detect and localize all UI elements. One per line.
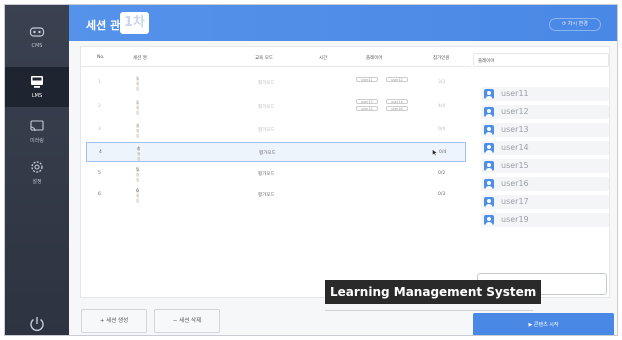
player-chip: user16 <box>386 106 408 111</box>
gamepad-icon <box>29 24 45 40</box>
table-row[interactable]: 5 5 임정임 평가모드 0/2 <box>86 165 466 182</box>
user-item[interactable]: user11 <box>481 87 609 101</box>
sidebar-item-label: LMS <box>31 93 43 99</box>
user-avatar-icon <box>484 197 494 207</box>
sidebar-item-lms[interactable]: LMS <box>5 67 69 107</box>
table-row[interactable]: 1 1 임정임 평가모드 user11 user12 3/3 <box>86 74 466 91</box>
col-count: 참가인원 <box>433 56 450 61</box>
app-window: CMS LMS 미러링 설정 세션 관리 1차 ⟳ 차시 변경 No. 세션 명… <box>4 4 618 336</box>
cast-icon <box>29 118 45 134</box>
player-panel-header: 플레이어 <box>473 53 609 67</box>
player-chip: user11 <box>356 77 378 82</box>
player-chip: user15 <box>356 106 378 111</box>
col-session-name: 세션 명 <box>133 56 147 61</box>
col-players: 플레이어 <box>366 56 383 61</box>
user-item[interactable]: user16 <box>481 177 609 191</box>
player-chip: user14 <box>386 99 408 104</box>
sidebar-item-settings[interactable]: 설정 <box>5 152 69 192</box>
col-time: 시간 <box>319 56 328 61</box>
user-item[interactable]: user15 <box>481 159 609 173</box>
user-avatar-icon <box>484 125 494 135</box>
sidebar-item-label: 미러링 <box>30 138 44 144</box>
table-row-selected[interactable]: 4 4 임정임 평가모드 0/4 <box>86 142 466 162</box>
monitor-icon <box>29 74 45 90</box>
user-avatar-icon <box>484 215 494 225</box>
col-mode: 교육 모드 <box>255 56 273 61</box>
sidebar: CMS LMS 미러링 설정 <box>5 5 69 335</box>
header: 세션 관리 1차 ⟳ 차시 변경 <box>69 5 617 41</box>
create-session-button[interactable]: + 세션 생성 <box>81 309 147 333</box>
user-avatar-icon <box>484 89 494 99</box>
table-row[interactable]: 3 3 임정임 평가모드 0/4 <box>86 121 466 138</box>
user-avatar-icon <box>484 179 494 189</box>
table-row[interactable]: 6 6 임정임 평가모드 0/3 <box>86 186 466 203</box>
table-row[interactable]: 2 2 임정임 평가모드 user13 user14 user15 user16 … <box>86 98 466 115</box>
user-item[interactable]: user14 <box>481 141 609 155</box>
sidebar-item-label: CMS <box>31 43 43 49</box>
user-avatar-icon <box>484 161 494 171</box>
user-item[interactable]: user17 <box>481 195 609 209</box>
user-avatar-icon <box>484 107 494 117</box>
gear-icon <box>29 159 45 175</box>
user-item[interactable]: user12 <box>481 105 609 119</box>
delete-session-button[interactable]: − 세션 삭제 <box>154 309 220 333</box>
sidebar-item-mirroring[interactable]: 미러링 <box>5 111 69 151</box>
round-badge: 1차 <box>120 12 149 34</box>
sidebar-item-label: 설정 <box>32 179 42 185</box>
session-panel: No. 세션 명 교육 모드 시간 플레이어 참가인원 1 1 임정임 평가모드 … <box>80 46 610 298</box>
start-content-button[interactable]: ▶ 콘텐츠 시작 <box>473 313 614 335</box>
player-chip: user12 <box>386 77 408 82</box>
divider <box>325 310 533 311</box>
mouse-cursor-icon <box>432 149 438 156</box>
user-avatar-icon <box>484 143 494 153</box>
table-header: No. 세션 명 교육 모드 시간 플레이어 참가인원 <box>81 47 471 67</box>
user-item[interactable]: user19 <box>481 213 609 227</box>
sidebar-item-cms[interactable]: CMS <box>5 17 69 57</box>
player-chip: user13 <box>356 99 378 104</box>
user-item[interactable]: user13 <box>481 123 609 137</box>
col-no: No. <box>97 55 105 60</box>
power-icon[interactable] <box>27 314 47 334</box>
change-round-button[interactable]: ⟳ 차시 변경 <box>549 18 601 31</box>
caption-overlay: Learning Management System <box>325 280 542 304</box>
